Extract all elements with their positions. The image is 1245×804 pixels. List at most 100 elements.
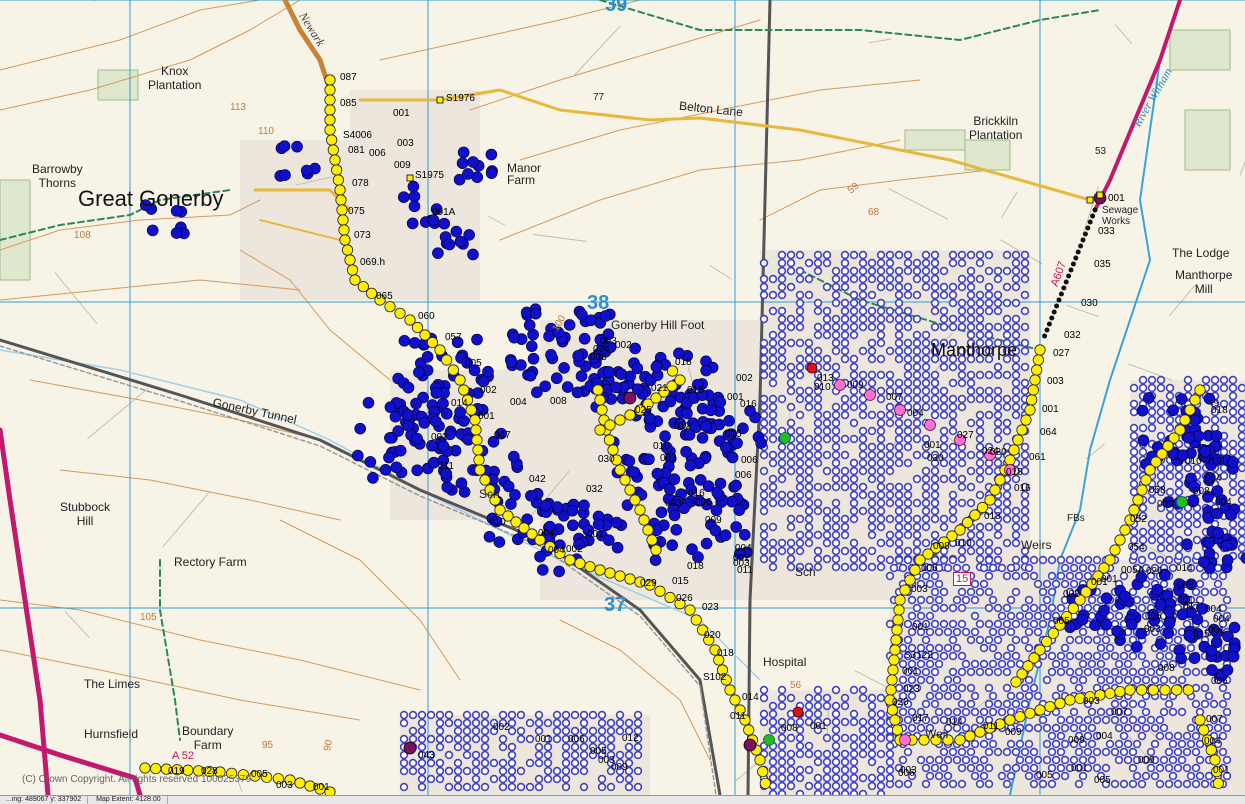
blue-marker [412,465,423,476]
blue-hatch-marker [878,268,885,275]
blue-hatch-marker [923,765,930,772]
map-view[interactable]: 39 38 37 Great Gonerby Manthorpe Knox Pl… [0,0,1245,795]
marker-label: 009 [705,515,722,526]
blue-hatch-marker [833,444,840,451]
blue-marker [402,409,413,420]
blue-hatch-marker [770,356,777,363]
blue-hatch-marker [990,565,997,572]
blue-hatch-marker [923,388,930,395]
blue-hatch-marker [999,629,1006,636]
blue-marker [756,438,767,449]
blue-hatch-marker [1031,605,1038,612]
blue-hatch-marker [401,768,408,775]
blue-hatch-marker [554,736,561,743]
blue-marker [525,370,536,381]
blue-hatch-marker [1022,516,1029,523]
blue-marker [468,249,479,260]
blue-hatch-marker [824,356,831,363]
blue-hatch-marker [788,468,795,475]
yellow-marker [338,215,348,225]
blue-hatch-marker [950,637,957,644]
blue-hatch-marker [1125,725,1132,732]
blue-hatch-marker [914,524,921,531]
blue-hatch-marker [1167,393,1174,400]
blue-hatch-marker [914,500,921,507]
blue-hatch-marker [473,760,480,767]
blue-marker [724,415,735,426]
blue-marker [430,416,441,427]
blue-hatch-marker [869,324,876,331]
blue-hatch-marker [617,712,624,719]
blue-hatch-marker [968,324,975,331]
yellow-marker [730,695,740,705]
blue-hatch-marker [1080,725,1087,732]
blue-marker [1228,456,1239,467]
blue-hatch-marker [887,743,894,750]
marker-label: 005A [1121,565,1144,576]
yellow-marker [604,435,614,445]
blue-hatch-marker [950,452,957,459]
blue-hatch-marker [1185,377,1192,384]
blue-hatch-marker [1094,557,1101,564]
blue-hatch-marker [842,356,849,363]
blue-hatch-marker [1080,565,1087,572]
blue-hatch-marker [833,420,840,427]
blue-hatch-marker [869,508,876,515]
yellow-marker [347,265,357,275]
blue-hatch-marker [1230,393,1237,400]
blue-hatch-marker [1131,489,1138,496]
blue-hatch-marker [1184,765,1191,772]
blue-hatch-marker [1044,757,1051,764]
blue-hatch-marker [779,316,786,323]
blue-hatch-marker [1107,645,1114,652]
black-marker [1052,310,1057,315]
blue-hatch-marker [1184,669,1191,676]
blue-hatch-marker [1089,613,1096,620]
blue-hatch-marker [635,784,642,791]
blue-hatch-marker [860,727,867,734]
blue-hatch-marker [851,396,858,403]
blue-hatch-marker [1167,473,1174,480]
blue-hatch-marker [806,516,813,523]
blue-hatch-marker [1170,741,1177,748]
blue-hatch-marker [1148,717,1155,724]
blue-hatch-marker [860,743,867,750]
pink-marker [895,405,906,416]
blue-hatch-marker [797,412,804,419]
black-marker [1042,334,1047,339]
blue-hatch-marker [905,396,912,403]
blue-hatch-marker [788,260,795,267]
blue-hatch-marker [977,637,984,644]
blue-hatch-marker [909,677,916,684]
blue-hatch-marker [446,768,453,775]
blue-hatch-marker [770,759,777,766]
marker-label: 001 [1213,765,1230,776]
blue-hatch-marker [981,565,988,572]
blue-hatch-marker [1194,521,1201,528]
blue-hatch-marker [1230,449,1237,456]
blue-hatch-marker [986,749,993,756]
blue-hatch-marker [1167,513,1174,520]
blue-hatch-marker [923,476,930,483]
blue-hatch-marker [900,757,907,764]
blue-hatch-marker [401,784,408,791]
blue-hatch-marker [851,252,858,259]
blue-hatch-marker [959,484,966,491]
blue-hatch-marker [518,728,525,735]
blue-marker [1163,628,1174,639]
blue-hatch-marker [968,701,975,708]
blue-hatch-marker [1158,409,1165,416]
blue-hatch-marker [977,276,984,283]
blue-marker [715,397,726,408]
blue-hatch-marker [963,725,970,732]
marker-label: 012 [622,733,639,744]
blue-hatch-marker [833,516,840,523]
blue-hatch-marker [945,565,952,572]
blue-hatch-marker [833,276,840,283]
blue-hatch-marker [581,720,588,727]
blue-hatch-marker [428,736,435,743]
marker-layer[interactable] [0,0,1245,795]
blue-hatch-marker [527,720,534,727]
blue-hatch-marker [968,452,975,459]
blue-hatch-marker [1098,677,1105,684]
